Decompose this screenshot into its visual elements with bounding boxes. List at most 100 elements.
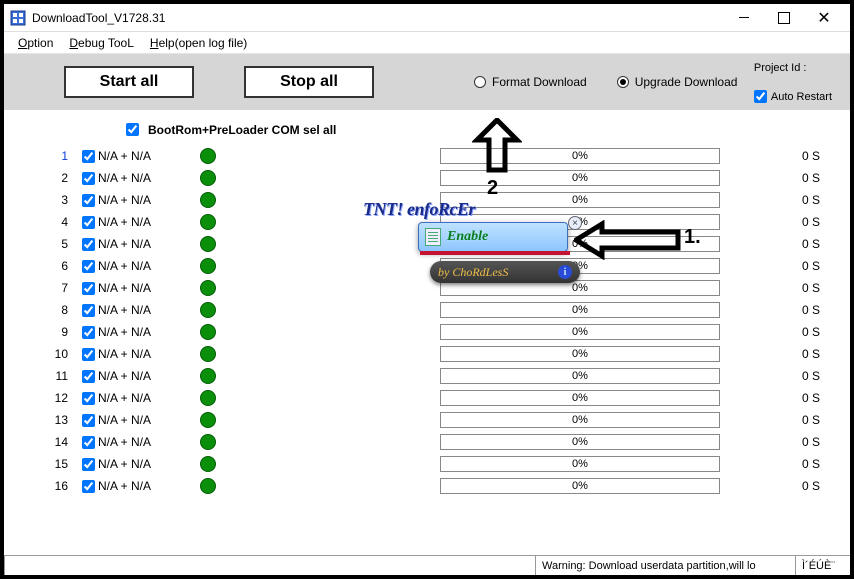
checkbox-icon[interactable] — [126, 123, 139, 136]
row-checkbox[interactable] — [78, 323, 98, 342]
row-time: 0 S — [780, 303, 820, 317]
enable-button-label: Enable — [447, 229, 488, 245]
radio-icon — [617, 76, 629, 88]
status-tail: Ì´ÉÚÈ¨ — [795, 556, 850, 575]
row-index: 13 — [44, 413, 78, 427]
row-index: 15 — [44, 457, 78, 471]
led-green-icon — [200, 302, 216, 318]
window-title: DownloadTool_V1728.31 — [32, 11, 724, 25]
maximize-button[interactable] — [764, 5, 804, 31]
row-status-led — [178, 390, 238, 406]
device-list-panel: BootRom+PreLoader COM sel all 1N/A + N/A… — [4, 110, 850, 553]
checkbox-label: Auto Restart — [771, 91, 832, 103]
led-green-icon — [200, 324, 216, 340]
row-progress-bar: 0% — [440, 324, 720, 340]
row-index: 9 — [44, 325, 78, 339]
row-checkbox[interactable] — [78, 455, 98, 474]
device-row: 15N/A + N/A0%0 S — [44, 453, 820, 475]
row-port-label: N/A + N/A — [98, 413, 178, 427]
row-time: 0 S — [780, 413, 820, 427]
auto-restart-checkbox[interactable]: Auto Restart — [754, 90, 832, 103]
row-status-led — [178, 456, 238, 472]
row-progress-bar: 0% — [440, 170, 720, 186]
row-progress-bar: 0% — [440, 434, 720, 450]
credits-label: by ChoRdLesS — [438, 265, 508, 280]
row-port-label: N/A + N/A — [98, 281, 178, 295]
led-green-icon — [200, 412, 216, 428]
row-index: 12 — [44, 391, 78, 405]
close-button[interactable]: ✕ — [804, 5, 844, 31]
row-checkbox[interactable] — [78, 279, 98, 298]
download-mode-group: Format Download Upgrade Download — [474, 75, 737, 89]
menu-option[interactable]: Option — [18, 36, 53, 50]
row-time: 0 S — [780, 215, 820, 229]
status-warning: Warning: Download userdata partition,wil… — [535, 556, 795, 575]
row-status-led — [178, 214, 238, 230]
menu-debug[interactable]: Debug TooL — [69, 36, 134, 50]
led-green-icon — [200, 148, 216, 164]
row-index: 7 — [44, 281, 78, 295]
row-checkbox[interactable] — [78, 191, 98, 210]
row-port-label: N/A + N/A — [98, 369, 178, 383]
row-checkbox[interactable] — [78, 477, 98, 496]
row-checkbox[interactable] — [78, 213, 98, 232]
checkbox-icon[interactable] — [754, 90, 767, 103]
arrow-left-icon — [574, 220, 684, 260]
row-checkbox[interactable] — [78, 235, 98, 254]
row-checkbox[interactable] — [78, 367, 98, 386]
row-time: 0 S — [780, 457, 820, 471]
row-status-led — [178, 324, 238, 340]
row-checkbox[interactable] — [78, 257, 98, 276]
row-time: 0 S — [780, 193, 820, 207]
row-index: 4 — [44, 215, 78, 229]
led-green-icon — [200, 390, 216, 406]
row-port-label: N/A + N/A — [98, 215, 178, 229]
stop-all-button[interactable]: Stop all — [244, 66, 374, 98]
row-checkbox[interactable] — [78, 389, 98, 408]
enable-button[interactable]: Enable — [418, 222, 568, 252]
device-row: 10N/A + N/A0%0 S — [44, 343, 820, 365]
title-bar: DownloadTool_V1728.31 ✕ — [4, 4, 850, 32]
row-index: 11 — [44, 369, 78, 383]
row-progress-bar: 0% — [440, 412, 720, 428]
info-icon[interactable]: i — [558, 265, 572, 279]
select-all-label: BootRom+PreLoader COM sel all — [148, 123, 336, 137]
minimize-button[interactable] — [724, 5, 764, 31]
row-checkbox[interactable] — [78, 301, 98, 320]
row-checkbox[interactable] — [78, 345, 98, 364]
row-progress-bar: 0% — [440, 368, 720, 384]
row-port-label: N/A + N/A — [98, 391, 178, 405]
row-index: 10 — [44, 347, 78, 361]
start-all-button[interactable]: Start all — [64, 66, 194, 98]
row-status-led — [178, 478, 238, 494]
row-port-label: N/A + N/A — [98, 325, 178, 339]
menu-bar: Option Debug TooL Help(open log file) — [4, 32, 850, 54]
row-checkbox[interactable] — [78, 147, 98, 166]
device-row: 3N/A + N/A0%0 S — [44, 189, 820, 211]
toolbar: Start all Stop all Format Download Upgra… — [4, 54, 850, 110]
upgrade-download-radio[interactable]: Upgrade Download — [617, 75, 738, 89]
row-index: 3 — [44, 193, 78, 207]
format-download-radio[interactable]: Format Download — [474, 75, 587, 89]
status-cell — [4, 556, 535, 575]
select-all-checkbox[interactable]: BootRom+PreLoader COM sel all — [122, 120, 820, 139]
row-port-label: N/A + N/A — [98, 237, 178, 251]
row-index: 2 — [44, 171, 78, 185]
radio-label: Format Download — [492, 75, 587, 89]
row-port-label: N/A + N/A — [98, 479, 178, 493]
row-time: 0 S — [780, 237, 820, 251]
led-green-icon — [200, 478, 216, 494]
row-checkbox[interactable] — [78, 411, 98, 430]
device-row: 2N/A + N/A0%0 S — [44, 167, 820, 189]
row-port-label: N/A + N/A — [98, 303, 178, 317]
device-row: 7N/A + N/A0%0 S — [44, 277, 820, 299]
radio-icon — [474, 76, 486, 88]
row-status-led — [178, 236, 238, 252]
led-green-icon — [200, 236, 216, 252]
row-progress-bar: 0% — [440, 302, 720, 318]
menu-help[interactable]: Help(open log file) — [150, 36, 247, 50]
row-checkbox[interactable] — [78, 169, 98, 188]
device-row: 14N/A + N/A0%0 S — [44, 431, 820, 453]
row-status-led — [178, 434, 238, 450]
row-checkbox[interactable] — [78, 433, 98, 452]
